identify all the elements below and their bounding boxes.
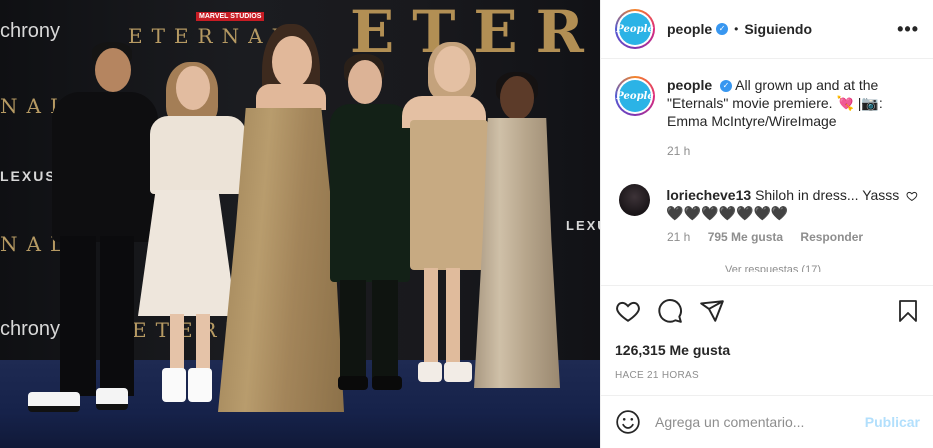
action-icons [615,298,920,324]
post-photo[interactable]: chrony MARVEL STUDIOS ETERNALS NALS LEXU… [0,0,600,448]
verified-badge-icon: ✓ [720,80,733,93]
emoji-icon[interactable] [615,409,641,435]
share-paper-plane-icon[interactable] [699,298,725,324]
caption-time[interactable]: 21 h [667,144,918,158]
comments-section[interactable]: People people ✓ All grown up and at the … [601,60,933,285]
comment-meta: 21 h 795 Me gusta Responder [667,230,918,244]
caption: People people ✓ All grown up and at the … [615,76,918,130]
post-header: People people ✓ • Siguiendo ••• [601,0,933,59]
post-actions: 126,315 Me gusta HACE 21 HORAS [601,285,933,381]
backdrop-sponsor-text: chrony [0,20,61,42]
following-button[interactable]: Siguiendo [744,21,812,37]
header-username[interactable]: people [667,21,712,37]
comment-username[interactable]: loriecheve13 [666,187,751,203]
backdrop-eternals-large: ETER [350,0,600,66]
verified-badge-icon: ✓ [716,23,729,35]
comment-input[interactable] [655,414,850,430]
caption-username[interactable]: people [667,77,712,93]
comment-time[interactable]: 21 h [667,230,690,244]
profile-avatar[interactable]: People [615,9,655,49]
post-timestamp[interactable]: HACE 21 HORAS [615,370,920,381]
backdrop-sponsor-text-lower: chrony [0,318,61,340]
post-sidebar: People people ✓ • Siguiendo ••• People p… [600,0,933,448]
save-bookmark-icon[interactable] [896,298,920,324]
people-logo-small: People [616,80,654,112]
backdrop-lexus-left: LEXUS [0,168,57,184]
comment-item: loriecheve13 Shiloh in dress... Yasss 🖤🖤… [615,180,918,222]
comment-text-block: loriecheve13 Shiloh in dress... Yasss 🖤🖤… [666,180,906,222]
comment-likes[interactable]: 795 Me gusta [708,230,783,244]
backdrop-lexus-right: LEXUS [566,218,600,233]
commenter-avatar[interactable] [619,184,651,216]
caption-text-block: people ✓ All grown up and at the "Eterna… [667,76,918,130]
publish-button[interactable]: Publicar [865,414,920,430]
comment-bubble-icon[interactable] [657,298,683,324]
reply-button[interactable]: Responder [800,230,863,244]
people-logo: People [616,13,654,45]
more-options-icon[interactable]: ••• [897,19,919,40]
marvel-logo: MARVEL STUDIOS [196,12,265,21]
comment-like-heart-icon[interactable] [906,190,918,202]
caption-avatar[interactable]: People [615,76,655,116]
likes-count[interactable]: 126,315 Me gusta [615,342,920,358]
comment-composer: Publicar [601,395,933,448]
header-separator: • [734,22,739,36]
view-replies-link[interactable]: Ver respuestas (17) [725,264,918,272]
like-heart-icon[interactable] [615,298,641,324]
